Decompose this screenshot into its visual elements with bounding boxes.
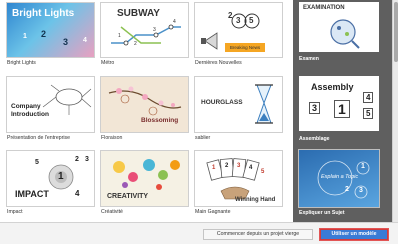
template-thumbnail: Blossoming: [100, 76, 189, 133]
template-thumbnail: 2 3 5 Breaking News: [194, 2, 283, 58]
number-label: 5: [249, 16, 254, 25]
template-creativity[interactable]: CREATIVITY Créativité: [100, 150, 189, 220]
template-impact[interactable]: 1 2 3 4 5 IMPACT Impact: [6, 150, 95, 220]
template-caption: Examen: [299, 56, 319, 62]
number-label: 2: [75, 156, 79, 163]
number-label: 4: [75, 189, 80, 198]
thumbnail-title: Assembly: [311, 82, 354, 92]
thumbnail-title: IMPACT: [15, 189, 49, 199]
template-blossoming[interactable]: Blossoming Floraison: [100, 76, 189, 144]
template-caption: Assemblage: [299, 136, 330, 142]
number-label: 2: [345, 186, 349, 193]
template-caption: Dernières Nouvelles: [195, 60, 242, 66]
number-label: 3: [153, 27, 156, 33]
number-label: 1: [23, 33, 27, 40]
number-label: 1: [361, 163, 365, 170]
template-caption: Présentation de l'entreprise: [7, 135, 70, 141]
footer-bar: Commencer depuis un projet vierge Utilis…: [0, 222, 398, 244]
template-bright-lights[interactable]: Bright Lights 1 2 3 4 Bright Lights: [6, 2, 95, 68]
thumbnail-title: CREATIVITY: [107, 193, 149, 200]
template-hourglass[interactable]: HOURGLASS sablier: [194, 76, 283, 144]
template-caption: Créativité: [101, 209, 123, 215]
template-examination[interactable]: EXAMINATION: [299, 2, 379, 52]
number-label: 1: [334, 100, 350, 118]
template-thumbnail: CREATIVITY: [100, 150, 189, 207]
template-company-introduction[interactable]: Company Introduction Présentation de l'e…: [6, 76, 95, 144]
template-thumbnail: 1 2 3 4 5 Winning Hand: [194, 150, 283, 207]
template-thumbnail: Bright Lights 1 2 3 4: [6, 2, 95, 58]
thumbnail-title: Explain a Topic: [321, 174, 359, 180]
magnifier-icon: [330, 19, 360, 49]
thumbnail-title: Winning Hand: [235, 197, 276, 203]
number-label: 4: [363, 92, 374, 103]
template-metro[interactable]: SUBWAY 1 2 3 4 Métro: [100, 2, 189, 68]
hourglass-icon: [255, 84, 273, 124]
subway-map-icon: [111, 24, 181, 46]
number-label: 1: [118, 33, 121, 39]
template-explain-topic[interactable]: Explain a Topic 1 2 3: [298, 149, 380, 208]
number-label: 1: [212, 165, 216, 171]
blossom-branch-icon: [108, 86, 182, 116]
number-label: 2: [225, 163, 229, 169]
number-label: 3: [237, 163, 241, 169]
template-thumbnail: SUBWAY 1 2 3 4: [100, 2, 189, 58]
number-label: 2: [134, 41, 137, 47]
number-label: 3: [85, 156, 89, 163]
template-caption: Expliquer un Sujet: [299, 210, 345, 216]
number-label: 4: [173, 19, 176, 25]
number-label: 3: [309, 102, 321, 114]
scrollbar-thumb[interactable]: [394, 2, 398, 62]
template-thumbnail: HOURGLASS: [194, 76, 283, 133]
number-label: 3: [359, 187, 363, 194]
number-label: 5: [363, 108, 374, 119]
number-label: 3: [63, 37, 69, 47]
number-label: 2: [41, 29, 47, 39]
side-template-panel: EXAMINATION Examen Assembly 1 3 4 5 Asse…: [293, 0, 398, 222]
template-breaking-news[interactable]: 2 3 5 Breaking News Dernières Nouvelles: [194, 2, 283, 68]
number-label: 4: [249, 165, 253, 171]
template-caption: Floraison: [101, 135, 123, 141]
template-caption: Impact: [7, 209, 23, 215]
template-caption: Main Gagnante: [195, 209, 231, 215]
thumbnail-title: Blossoming: [141, 117, 179, 124]
template-caption: sablier: [195, 135, 211, 141]
template-winning-hand[interactable]: 1 2 3 4 5 Winning Hand Main Gagnante: [194, 150, 283, 220]
template-thumbnail: Company Introduction: [6, 76, 95, 133]
thumbnail-title: Company Introduction: [11, 103, 49, 118]
thumbnail-title: Bright Lights: [12, 8, 75, 19]
number-label: 2: [228, 11, 233, 20]
template-assembly[interactable]: Assembly 1 3 4 5: [299, 76, 379, 131]
start-blank-project-button[interactable]: Commencer depuis un projet vierge: [203, 229, 313, 240]
number-label: 5: [261, 169, 265, 175]
template-thumbnail: 1 2 3 4 5 IMPACT: [6, 150, 95, 207]
number-label: 4: [83, 37, 87, 44]
number-label: 3: [236, 16, 241, 25]
template-grid: Bright Lights 1 2 3 4 Bright Lights SUBW…: [0, 0, 293, 222]
news-badge: Breaking News: [225, 43, 265, 52]
template-caption: Bright Lights: [7, 60, 36, 66]
number-label: 5: [35, 159, 39, 166]
template-caption: Métro: [101, 60, 115, 66]
use-template-button[interactable]: Utiliser un modèle: [320, 229, 388, 240]
number-label: 1: [58, 171, 64, 182]
scrollbar[interactable]: [392, 0, 398, 222]
